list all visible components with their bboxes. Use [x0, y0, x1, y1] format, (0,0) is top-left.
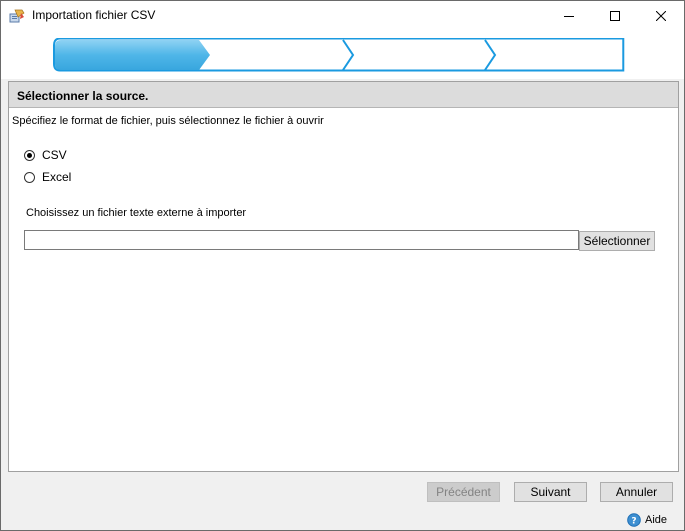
- cancel-button-label: Annuler: [615, 485, 658, 499]
- file-path-input[interactable]: [24, 230, 579, 250]
- window-title: Importation fichier CSV: [32, 8, 156, 22]
- radio-button-unchecked[interactable]: [24, 171, 35, 183]
- close-icon: [656, 11, 666, 21]
- next-button[interactable]: Suivant: [514, 482, 587, 502]
- wizard-step-1-active: [55, 40, 210, 70]
- minimize-icon: [564, 16, 574, 17]
- minimize-button[interactable]: [546, 1, 592, 31]
- cancel-button[interactable]: Annuler: [600, 482, 673, 502]
- help-link[interactable]: ? Aide: [627, 513, 667, 527]
- next-button-label: Suivant: [530, 485, 571, 499]
- browse-button[interactable]: Sélectionner: [579, 231, 655, 251]
- radio-excel-label: Excel: [42, 170, 72, 184]
- radio-button-checked[interactable]: [24, 149, 35, 161]
- maximize-icon: [610, 11, 620, 21]
- close-button[interactable]: [638, 1, 684, 31]
- content-panel: Sélectionner la source. Spécifiez le for…: [8, 81, 679, 472]
- help-label: Aide: [645, 514, 668, 526]
- previous-button[interactable]: Précédent: [427, 482, 500, 502]
- previous-button-label: Précédent: [436, 485, 491, 499]
- instruction-text: Spécifiez le format de fichier, puis sél…: [12, 115, 324, 127]
- import-csv-dialog: Importation fichier CSV Sélectionner la …: [0, 0, 685, 531]
- app-icon: [9, 8, 25, 24]
- section-header: Sélectionner la source.: [9, 82, 678, 108]
- wizard-progress-bar: [53, 38, 625, 72]
- file-label: Choisissez un fichier texte externe à im…: [26, 207, 247, 219]
- maximize-button[interactable]: [592, 1, 638, 31]
- title-bar: Importation fichier CSV: [1, 1, 684, 31]
- wizard-strip: [1, 31, 684, 79]
- svg-text:?: ?: [631, 517, 636, 527]
- radio-excel[interactable]: Excel: [24, 170, 71, 184]
- radio-csv-label: CSV: [42, 148, 67, 162]
- section-title: Sélectionner la source.: [17, 89, 149, 103]
- browse-button-label: Sélectionner: [583, 234, 651, 248]
- radio-csv[interactable]: CSV: [24, 148, 67, 162]
- help-icon: ?: [627, 513, 641, 527]
